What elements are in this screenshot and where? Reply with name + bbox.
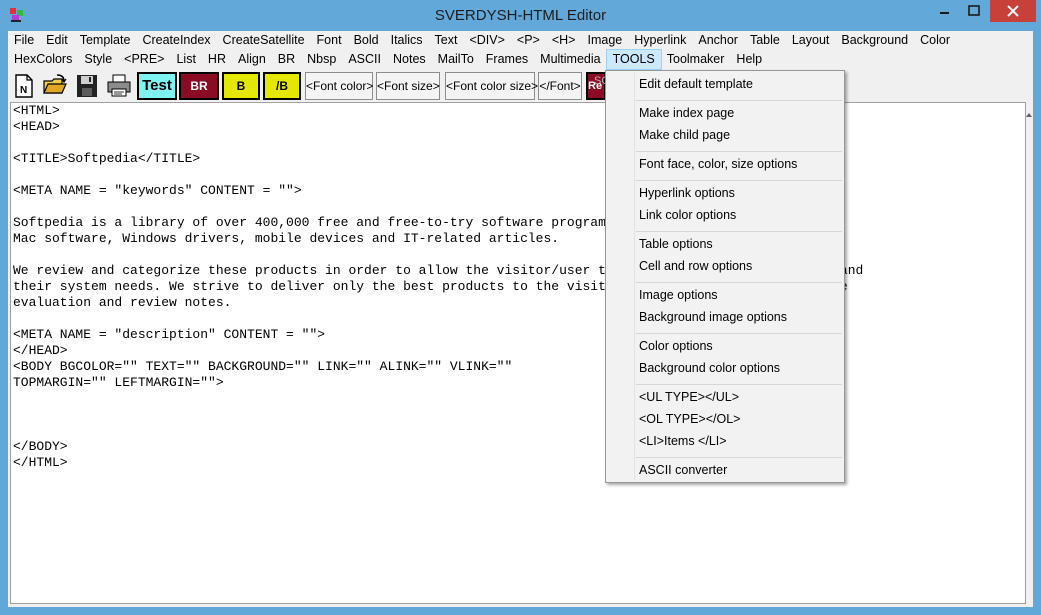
- menu-bar: File Edit Template CreateIndex CreateSatelli…: [8, 31, 1033, 70]
- tools-item-ascii-converter[interactable]: ASCII converter: [639, 461, 727, 479]
- menu-item-help[interactable]: Help: [730, 50, 768, 69]
- tools-item-background-image-options[interactable]: Background image options: [639, 308, 787, 326]
- menu-item-color[interactable]: Color: [914, 31, 956, 50]
- menu-item-frames[interactable]: Frames: [480, 50, 534, 69]
- menu-separator: [636, 457, 842, 458]
- maximize-icon[interactable]: [960, 0, 988, 22]
- menu-item-tools[interactable]: TOOLS: [605, 49, 662, 70]
- menu-item-hyperlink[interactable]: Hyperlink: [628, 31, 692, 50]
- new-document-icon[interactable]: N: [10, 73, 36, 99]
- html-editor[interactable]: <HTML> <HEAD> <TITLE>Softpedia</TITLE> <…: [10, 102, 1026, 604]
- menu-icon-gutter: [634, 73, 635, 480]
- print-icon[interactable]: [106, 73, 132, 99]
- menu-item-createindex[interactable]: CreateIndex: [136, 31, 216, 50]
- tools-item-make-child-page[interactable]: Make child page: [639, 126, 730, 144]
- vertical-scrollbar[interactable]: [1026, 102, 1033, 604]
- font-color-button[interactable]: <Font color>: [305, 72, 373, 100]
- tools-item-ul-type-ul[interactable]: <UL TYPE></UL>: [639, 388, 739, 406]
- tools-item-table-options[interactable]: Table options: [639, 235, 713, 253]
- menu-separator: [636, 180, 842, 181]
- menu-item-pre[interactable]: <PRE>: [118, 50, 170, 69]
- close-icon[interactable]: [990, 0, 1036, 22]
- minimize-icon[interactable]: [930, 0, 958, 22]
- tools-item-make-index-page[interactable]: Make index page: [639, 104, 734, 122]
- test-button[interactable]: Test: [137, 72, 177, 100]
- tools-item-hyperlink-options[interactable]: Hyperlink options: [639, 184, 735, 202]
- menu-separator: [636, 151, 842, 152]
- menu-item-layout[interactable]: Layout: [786, 31, 836, 50]
- menu-separator: [636, 100, 842, 101]
- menu-item-mailto[interactable]: MailTo: [432, 50, 480, 69]
- br-button[interactable]: BR: [179, 72, 219, 100]
- save-disk-icon[interactable]: [74, 73, 100, 99]
- title-bar[interactable]: SVERDYSH-HTML Editor: [0, 0, 1041, 31]
- menu-item-bold[interactable]: Bold: [348, 31, 385, 50]
- end-bold-button[interactable]: /B: [263, 72, 301, 100]
- menu-item-p[interactable]: <P>: [511, 31, 546, 50]
- menu-separator: [636, 231, 842, 232]
- menu-item-anchor[interactable]: Anchor: [692, 31, 744, 50]
- menu-item-file[interactable]: File: [8, 31, 40, 50]
- menu-item-list[interactable]: List: [170, 50, 201, 69]
- menu-separator: [636, 333, 842, 334]
- menu-item-style[interactable]: Style: [78, 50, 118, 69]
- svg-text:N: N: [20, 85, 27, 96]
- menu-item-ascii[interactable]: ASCII: [342, 50, 387, 69]
- tools-item-background-color-options[interactable]: Background color options: [639, 359, 780, 377]
- end-font-button[interactable]: </Font>: [538, 72, 582, 100]
- window-title: SVERDYSH-HTML Editor: [434, 7, 607, 24]
- tools-item-edit-default-template[interactable]: Edit default template: [639, 75, 753, 93]
- menu-item-edit[interactable]: Edit: [40, 31, 74, 50]
- tools-item-image-options[interactable]: Image options: [639, 286, 718, 304]
- menu-item-image[interactable]: Image: [582, 31, 629, 50]
- menu-item-italics[interactable]: Italics: [385, 31, 429, 50]
- tools-dropdown-menu: Edit default template Make index page Make…: [605, 70, 845, 483]
- menu-row-1: File Edit Template CreateIndex CreateSatelli…: [8, 31, 956, 50]
- open-folder-icon[interactable]: [42, 73, 68, 99]
- menu-item-background[interactable]: Background: [835, 31, 914, 50]
- menu-item-createsatellite[interactable]: CreateSatellite: [217, 31, 311, 50]
- menu-item-hr[interactable]: HR: [202, 50, 232, 69]
- menu-item-h[interactable]: <H>: [546, 31, 582, 50]
- tools-item-color-options[interactable]: Color options: [639, 337, 713, 355]
- menu-item-template[interactable]: Template: [74, 31, 137, 50]
- client-area: File Edit Template CreateIndex CreateSatelli…: [8, 31, 1033, 607]
- menu-item-font[interactable]: Font: [311, 31, 348, 50]
- app-window: SVERDYSH-HTML Editor File Edit Template Cre…: [0, 0, 1041, 615]
- tools-item-ol-type-ol[interactable]: <OL TYPE></OL>: [639, 410, 740, 428]
- menu-separator: [636, 384, 842, 385]
- menu-row-2: HexColors Style <PRE> List HR Align BR Nbsp ASCI…: [8, 49, 768, 70]
- menu-item-table[interactable]: Table: [744, 31, 786, 50]
- tools-item-font-face-color-size-options[interactable]: Font face, color, size options: [639, 155, 797, 173]
- menu-separator: [636, 282, 842, 283]
- tools-item-li-items-li[interactable]: <LI>Items </LI>: [639, 432, 727, 450]
- menu-item-notes[interactable]: Notes: [387, 50, 432, 69]
- menu-item-hexcolors[interactable]: HexColors: [8, 50, 78, 69]
- menu-item-multimedia[interactable]: Multimedia: [534, 50, 606, 69]
- menu-item-nbsp[interactable]: Nbsp: [301, 50, 342, 69]
- bold-button[interactable]: B: [222, 72, 260, 100]
- font-size-button[interactable]: <Font size>: [376, 72, 440, 100]
- menu-item-br[interactable]: BR: [272, 50, 301, 69]
- menu-item-align[interactable]: Align: [232, 50, 272, 69]
- menu-item-text[interactable]: Text: [429, 31, 464, 50]
- menu-item-toolmaker[interactable]: Toolmaker: [661, 50, 731, 69]
- toolbar: N Test BR B /B <Font color> <Font size> …: [8, 69, 1033, 103]
- scroll-up-arrow-icon[interactable]: [1026, 113, 1032, 117]
- font-color-size-button[interactable]: <Font color size>: [445, 72, 538, 100]
- tools-item-cell-and-row-options[interactable]: Cell and row options: [639, 257, 752, 275]
- menu-item-div[interactable]: <DIV>: [463, 31, 510, 50]
- tools-item-link-color-options[interactable]: Link color options: [639, 206, 736, 224]
